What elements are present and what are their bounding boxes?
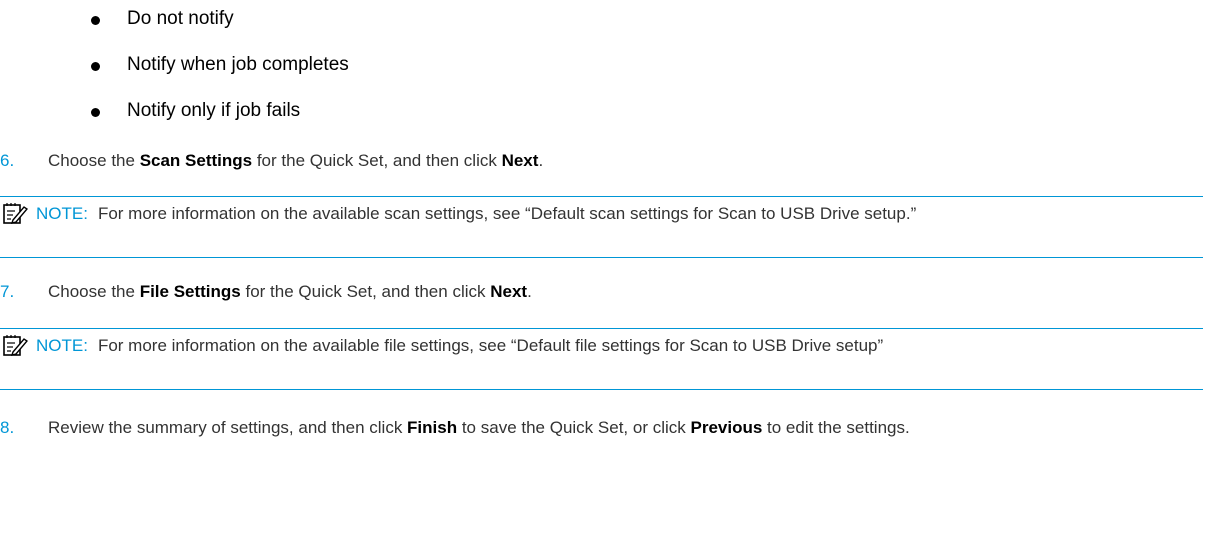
note-label: NOTE:: [36, 204, 88, 223]
step-text: Choose the Scan Settings for the Quick S…: [48, 149, 1188, 173]
bullet-icon: [91, 62, 100, 71]
note-body: For more information on the available sc…: [97, 204, 917, 223]
list-item: Do not notify: [0, 3, 900, 37]
step-text-part: Review the summary of settings, and then…: [48, 418, 408, 437]
step-emphasis-next: Next: [490, 282, 528, 301]
list-item: Notify when job completes: [0, 49, 900, 83]
step-text-part: for the Quick Set, and then click: [252, 151, 502, 170]
step-text-part: .: [527, 282, 532, 301]
step-emphasis-next: Next: [501, 151, 539, 170]
list-item-text: Notify when job completes: [127, 54, 349, 75]
step-text-part: Choose the: [48, 282, 140, 301]
step-emphasis-previous: Previous: [690, 418, 763, 437]
note-body: For more information on the available fi…: [97, 336, 884, 355]
step-number: 6.: [0, 151, 15, 170]
step-6: 6. Choose the Scan Settings for the Quic…: [0, 149, 1206, 173]
step-8: 8. Review the summary of settings, and t…: [0, 416, 1206, 464]
step-number: 7.: [0, 282, 15, 301]
list-item-text: Notify only if job fails: [127, 100, 301, 121]
step-text-part: to save the Quick Set, or click: [457, 418, 691, 437]
step-text-part: .: [538, 151, 544, 170]
list-item-text: Do not notify: [127, 8, 234, 29]
bullet-icon: [91, 108, 100, 117]
bullet-icon: [91, 16, 100, 25]
step-text: Choose the File Settings for the Quick S…: [48, 280, 1188, 304]
step-emphasis-finish: Finish: [407, 418, 458, 437]
note-box: NOTE: For more information on the availab…: [0, 196, 1203, 258]
step-7: 7. Choose the File Settings for the Quic…: [0, 280, 1206, 304]
note-box: NOTE: For more information on the availab…: [0, 328, 1203, 390]
list-item: Notify only if job fails: [0, 95, 900, 129]
step-text-part: to edit the settings.: [762, 418, 910, 437]
note-text: NOTE: For more information on the availab…: [0, 334, 1185, 358]
document-page: Do not notify Notify when job completes …: [0, 0, 1206, 544]
step-text-part: Choose the: [48, 151, 140, 170]
note-label: NOTE:: [36, 336, 88, 355]
step-number: 8.: [0, 418, 15, 437]
note-text: NOTE: For more information on the availab…: [0, 202, 1185, 226]
step-emphasis-scan-settings: Scan Settings: [139, 151, 253, 170]
step-emphasis-file-settings: File Settings: [139, 282, 241, 301]
step-text: Review the summary of settings, and then…: [48, 416, 1188, 440]
step-text-part: for the Quick Set, and then click: [240, 282, 491, 301]
